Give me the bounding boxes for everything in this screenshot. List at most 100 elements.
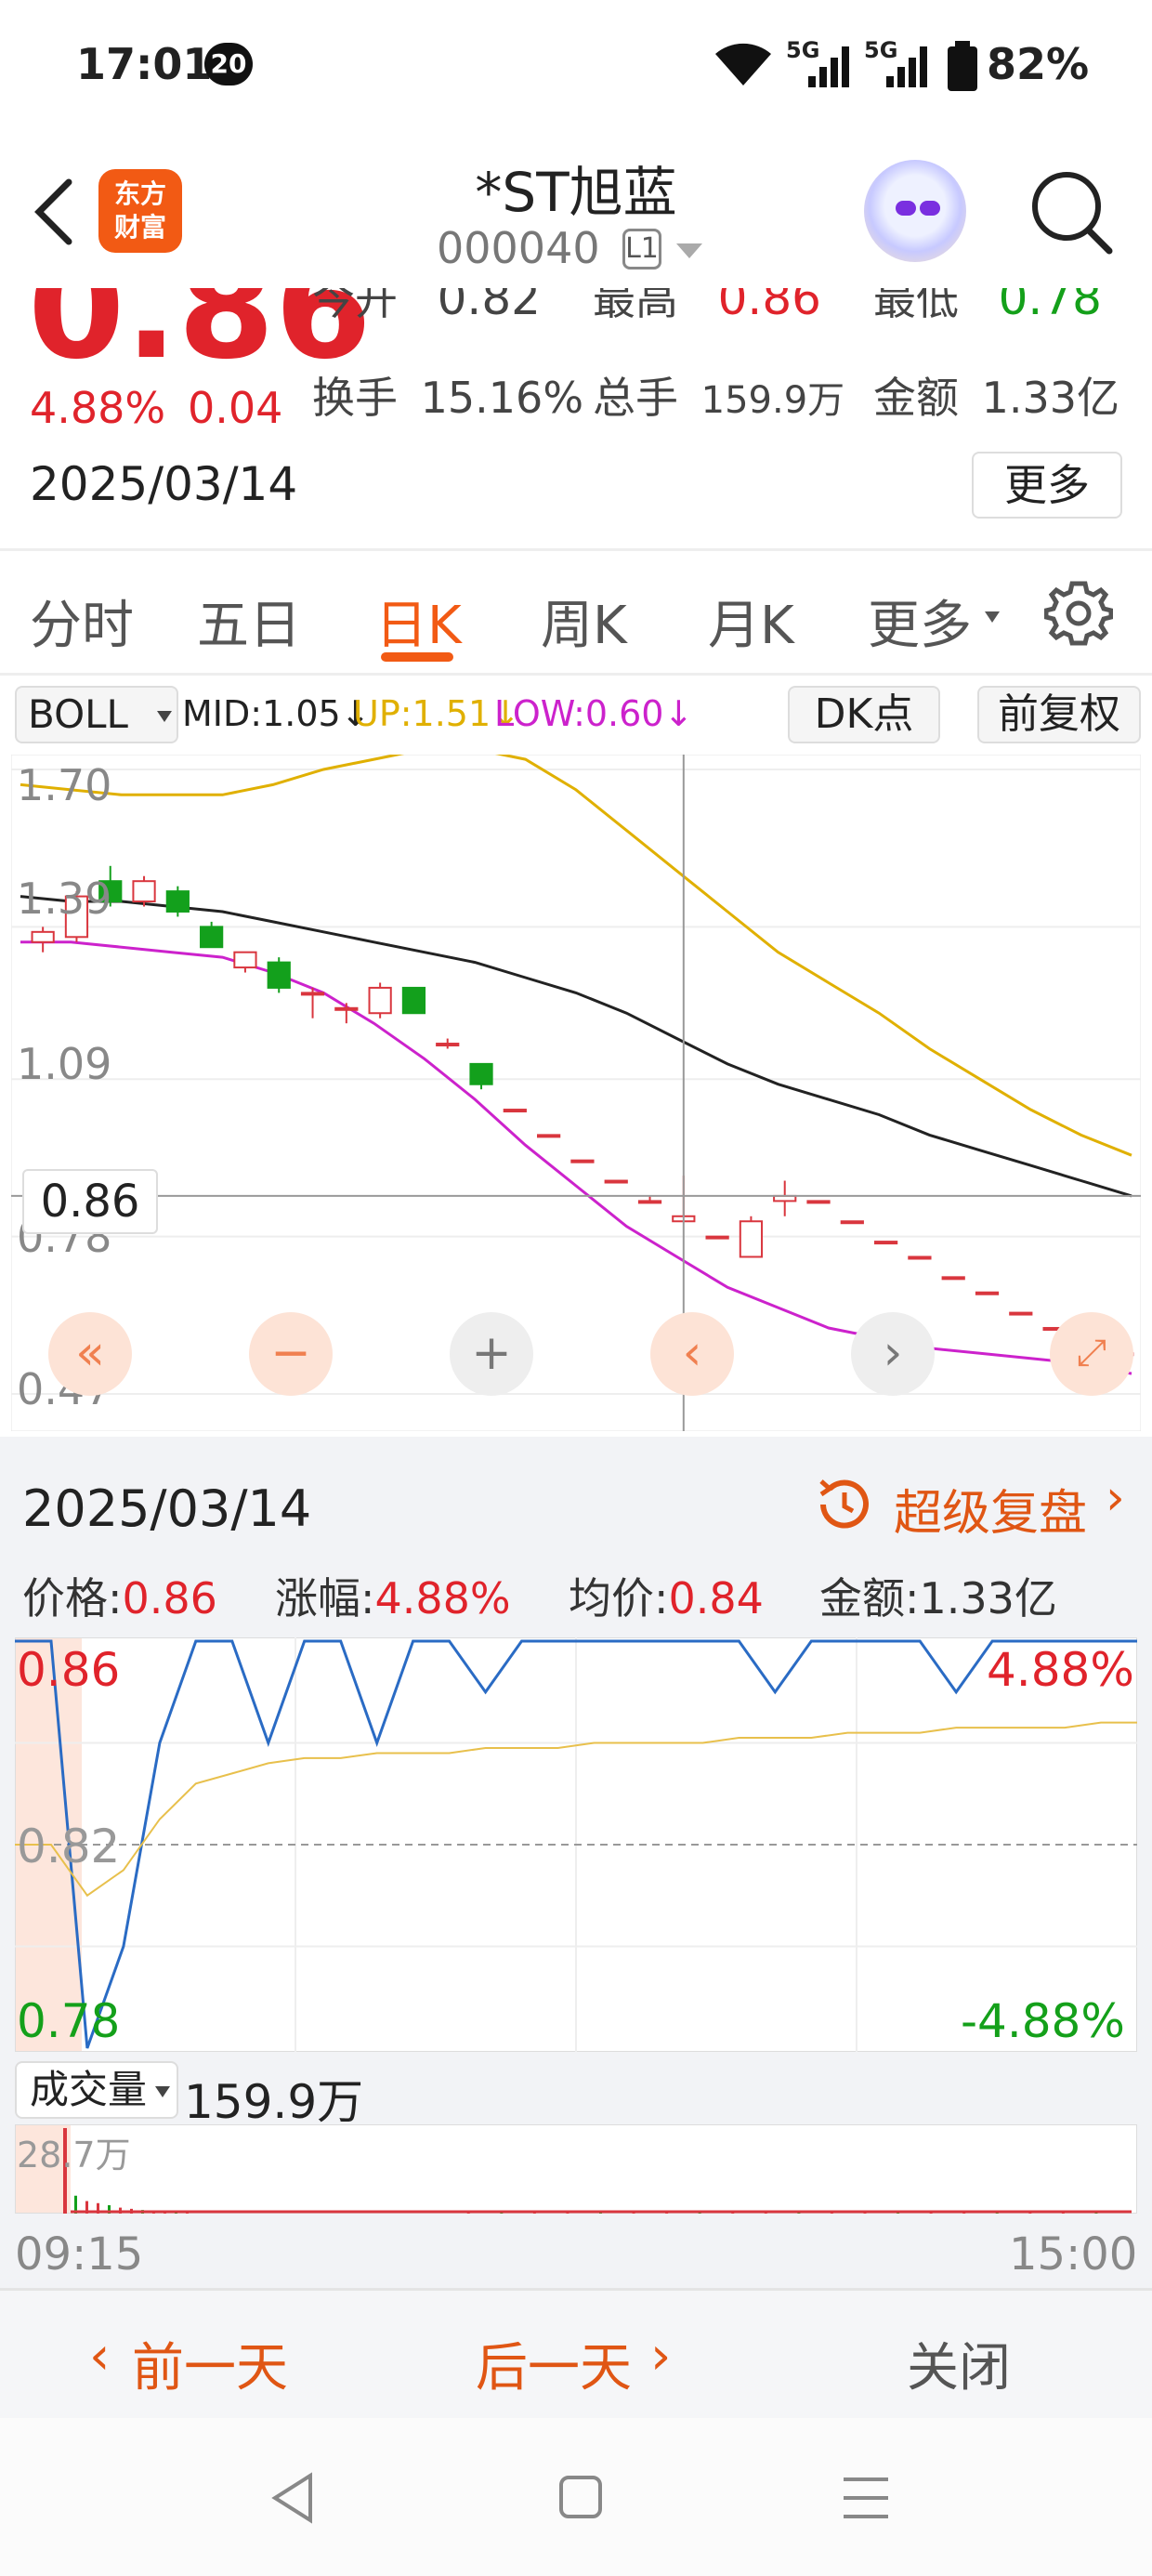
candle-up <box>233 951 257 969</box>
candle-down <box>469 1062 493 1085</box>
candle-up <box>132 880 156 903</box>
tab-monthly-k[interactable]: 月K <box>708 584 794 659</box>
tab-weekly-k[interactable]: 周K <box>541 584 627 659</box>
candle-up <box>300 992 325 996</box>
open-label: 今开 <box>312 288 398 324</box>
indicator-select-label: BOLL <box>28 691 128 737</box>
low-value: 0.78 <box>998 288 1102 325</box>
zoom-out-icon[interactable]: − <box>249 1312 333 1396</box>
stock-name: *ST旭蓝 <box>475 161 677 224</box>
fullscreen-icon[interactable]: ⤢ <box>1050 1312 1133 1396</box>
adjust-button[interactable]: 前复权 <box>977 686 1141 743</box>
intraday-pct-bot: -4.88% <box>961 1994 1125 2048</box>
candle-up <box>908 1255 932 1260</box>
volume-indicator-select[interactable]: 成交量 <box>15 2061 178 2119</box>
active-tab-underline <box>381 652 453 662</box>
status-bar: 17:01 20 5G 5G 82% <box>0 0 1152 139</box>
gear-icon[interactable] <box>1044 578 1113 647</box>
candle-up <box>436 1043 460 1047</box>
price-info: 价格:0.86 <box>22 1565 217 1626</box>
y-tick-3: 1.09 <box>17 1039 112 1089</box>
more-quote-button[interactable]: 更多 <box>972 452 1122 519</box>
battery-icon <box>948 41 977 91</box>
candle-down <box>200 926 224 949</box>
indicator-row: BOLL MID:1.05↓ UP:1.51↓ LOW:0.60↓ DK点 前复… <box>0 678 1152 753</box>
day-actions: ‹ 前一天 后一天 › 关闭 <box>0 2288 1152 2418</box>
intraday-y-mid: 0.82 <box>17 1820 121 1873</box>
intraday-chart[interactable]: 0.86 0.82 0.78 4.88% -4.88% <box>15 1637 1137 2052</box>
stock-header: 东方 财富 *ST旭蓝 000040 L1 <box>0 139 1152 288</box>
super-replay-link[interactable]: 超级复盘 <box>894 1474 1087 1544</box>
back-arrow-icon[interactable] <box>28 175 84 249</box>
system-nav-bar <box>0 2418 1152 2576</box>
candle-up <box>1009 1311 1033 1316</box>
volume-max-label: 28.7万 <box>17 2135 131 2175</box>
tab-more-caret-icon[interactable] <box>983 610 1001 624</box>
indicator-select[interactable]: BOLL <box>15 686 178 743</box>
nav-home-icon[interactable] <box>557 2474 604 2520</box>
stock-code: 000040 <box>437 223 600 273</box>
battery-percent: 82% <box>987 39 1090 89</box>
price-info-label: 价格: <box>22 1573 123 1623</box>
candle-up <box>537 1134 561 1138</box>
code-dropdown-icon[interactable] <box>676 243 702 258</box>
chevron-right-icon[interactable]: › <box>1106 1470 1125 1526</box>
intraday-y-bot: 0.78 <box>17 1994 121 2048</box>
tab-daily-k[interactable]: 日K <box>375 584 462 659</box>
chg-info: 涨幅:4.88% <box>275 1565 511 1626</box>
nav-menu-icon[interactable] <box>842 2476 890 2520</box>
candle-up <box>941 1276 965 1281</box>
candle-up <box>503 1109 527 1113</box>
candle-up <box>806 1200 831 1204</box>
pan-right-icon[interactable]: › <box>851 1312 935 1396</box>
pan-left-fast-icon[interactable]: « <box>48 1312 132 1396</box>
signal-bars-icon <box>808 46 849 87</box>
app-logo[interactable]: 东方 财富 <box>98 169 182 253</box>
prev-day-button[interactable]: 前一天 <box>132 2326 288 2401</box>
nav-back-icon[interactable] <box>269 2472 316 2524</box>
pan-left-icon[interactable]: ‹ <box>650 1312 734 1396</box>
divider <box>0 548 1152 551</box>
volume-chart[interactable]: 28.7万 <box>15 2124 1137 2214</box>
chg-info-label: 涨幅: <box>275 1573 375 1623</box>
notification-count-badge: 20 <box>204 43 253 85</box>
logo-text-2: 财富 <box>113 212 166 243</box>
candle-up <box>31 930 55 943</box>
turnover-field: 换手 15.16% <box>312 364 583 426</box>
robot-eye-right <box>920 201 940 216</box>
candle-up <box>739 1220 764 1258</box>
replay-clock-icon[interactable] <box>814 1474 875 1535</box>
change-amount: 0.04 <box>188 383 283 433</box>
tab-more[interactable]: 更多 <box>868 584 972 659</box>
volume-svg <box>15 2124 1137 2214</box>
time-start: 09:15 <box>15 2228 144 2280</box>
next-day-chevron-icon[interactable]: › <box>650 2326 671 2386</box>
level-badge[interactable]: L1 <box>622 229 661 269</box>
candle-up <box>570 1159 595 1163</box>
change-percent: 4.88% <box>30 383 166 433</box>
dk-point-button[interactable]: DK点 <box>788 686 940 743</box>
low-label: 最低 <box>873 288 959 324</box>
intraday-y-top: 0.86 <box>17 1643 121 1697</box>
tab-intraday[interactable]: 分时 <box>30 584 134 659</box>
period-tabs: 分时 五日 日K 周K 月K 更多 <box>0 558 1152 669</box>
open-field: 今开 0.82 <box>312 288 541 327</box>
candle-down <box>401 986 426 1015</box>
signal-bars-icon-2 <box>886 46 927 87</box>
volume-caret-icon <box>155 2086 170 2097</box>
divider-2 <box>0 673 1152 676</box>
next-day-button[interactable]: 后一天 <box>476 2326 632 2401</box>
assistant-robot-avatar[interactable] <box>864 160 966 262</box>
price-info-value: 0.86 <box>122 1573 217 1623</box>
boll-mid-value: MID:1.05↓ <box>182 693 371 734</box>
status-time: 17:01 <box>76 39 213 89</box>
close-button[interactable]: 关闭 <box>907 2326 1011 2401</box>
zoom-in-icon[interactable]: + <box>450 1312 533 1396</box>
amt-info-value: 1.33亿 <box>919 1573 1057 1623</box>
panel-date: 2025/03/14 <box>22 1479 312 1538</box>
tab-five-day[interactable]: 五日 <box>197 584 301 659</box>
kline-chart[interactable]: 1.70 1.39 1.09 0.78 0.47 0.86 « − + ‹ › … <box>11 755 1141 1431</box>
prev-day-chevron-icon[interactable]: ‹ <box>89 2326 110 2386</box>
high-value: 0.86 <box>717 288 821 325</box>
search-icon[interactable] <box>1028 165 1115 258</box>
